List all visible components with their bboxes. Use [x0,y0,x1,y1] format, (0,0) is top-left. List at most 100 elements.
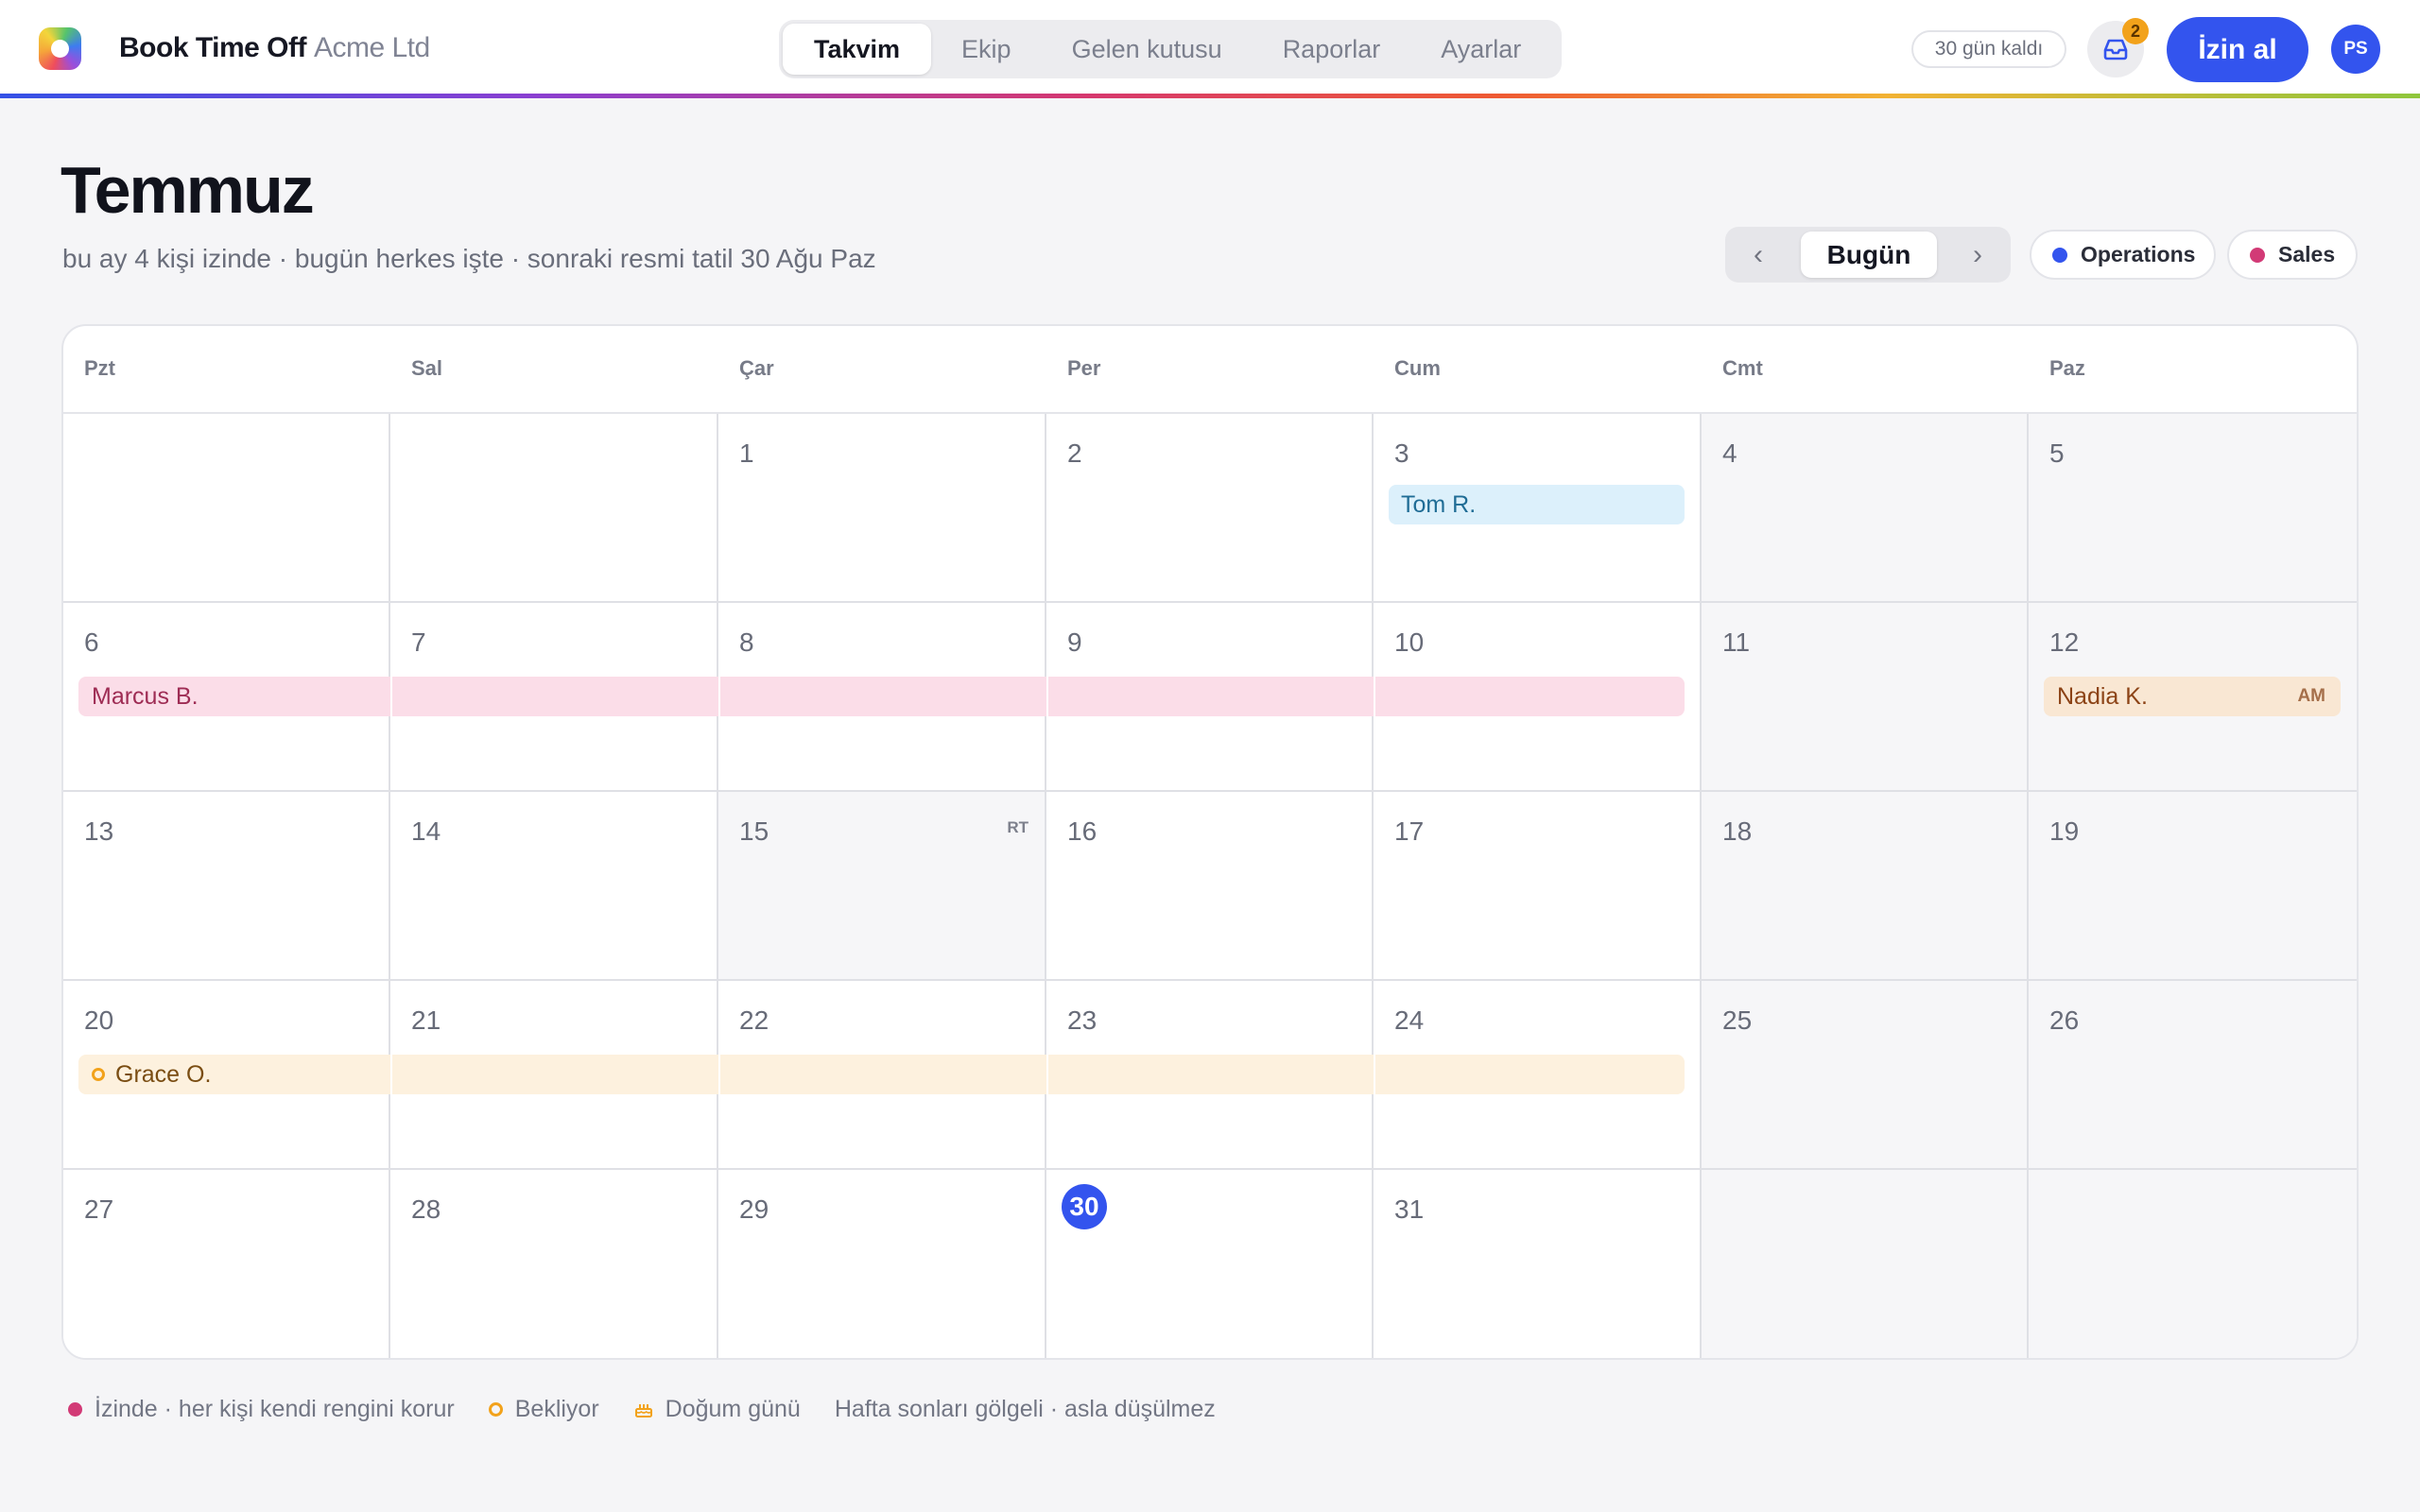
day-number: 15 [739,816,769,846]
cake-icon [633,1399,654,1419]
team-filter-operations[interactable]: Operations [2030,230,2216,280]
tab-ekip[interactable]: Ekip [931,24,1042,75]
day-number: 7 [411,627,426,657]
leave-bar-grace-segment[interactable] [1048,1055,1374,1094]
today-day-number: 30 [1062,1184,1107,1229]
team-filter-sales[interactable]: Sales [2227,230,2358,280]
legend-label: İzinde · her kişi kendi rengini korur [95,1395,455,1422]
weekday-label: Pzt [84,356,115,380]
legend-pending: Bekliyor [488,1395,599,1423]
day-number: 23 [1067,1005,1098,1035]
empty-day-cell [63,414,390,603]
leave-bar-marcus-segment[interactable] [1048,677,1374,716]
day-cell[interactable]: 2 [1046,414,1374,603]
app-logo[interactable] [39,27,81,70]
day-number: 12 [2049,627,2080,657]
legend-birthday: Doğum günü [633,1396,801,1423]
team-label: Operations [2081,242,2196,266]
empty-day-cell [2029,1170,2357,1358]
weekday-label: Cmt [1722,356,1763,380]
leave-bar-tom[interactable]: Tom R. [1389,485,1685,524]
day-cell[interactable]: 16 [1046,792,1374,981]
day-number: 21 [411,1005,441,1035]
day-cell[interactable]: 13 [63,792,390,981]
leave-person-name: Grace O. [115,1060,212,1088]
day-number: 28 [411,1194,441,1224]
leave-bar-grace-pending[interactable]: Grace O. [78,1055,390,1094]
day-number: 18 [1722,816,1753,846]
weekday-label: Çar [739,356,774,380]
legend: İzinde · her kişi kendi rengini korur Be… [68,1393,1250,1425]
day-cell[interactable]: 25 [1702,981,2029,1170]
leave-bar-marcus-segment[interactable] [720,677,1046,716]
day-cell[interactable]: 30 [1046,1170,1374,1358]
day-number: 22 [739,1005,769,1035]
day-cell[interactable]: 5 [2029,414,2357,603]
day-cell[interactable]: 11 [1702,603,2029,792]
leave-person-name: Marcus B. [92,682,199,710]
leave-bar-grace-segment[interactable] [720,1055,1046,1094]
user-avatar[interactable]: PS [2331,25,2380,74]
top-bar: Book Time Off Acme Ltd Takvim Ekip Gelen … [0,0,2420,98]
legend-weekends: Hafta sonları gölgeli · asla düşülmez [835,1396,1216,1423]
prev-month-button[interactable]: ‹ [1725,227,1791,283]
leave-bar-marcus-segment[interactable] [1375,677,1685,716]
page-subtitle: bu ay 4 kişi izinde · bugün herkes işte … [62,244,876,273]
day-number: 24 [1394,1005,1425,1035]
day-number: 6 [84,627,99,657]
month-calendar: Pzt Sal Çar Per Cum Cmt Paz 1 2 3 4 5 6 7 8 9 10 11 12 13 1… [61,324,2359,1360]
legend-label: Doğum günü [665,1395,801,1422]
day-cell[interactable]: 14 [390,792,718,981]
tab-takvim[interactable]: Takvim [783,24,932,75]
day-number: 2 [1067,438,1082,468]
day-cell[interactable]: 27 [63,1170,390,1358]
team-label: Sales [2278,242,2336,266]
team-color-dot [2250,247,2265,263]
day-cell[interactable]: 18 [1702,792,2029,981]
leave-bar-marcus-segment[interactable] [392,677,718,716]
day-cell[interactable]: 17 [1374,792,1702,981]
legend-label: Bekliyor [514,1395,599,1422]
next-month-button[interactable]: › [1945,227,2011,283]
inbox-count-badge: 2 [2122,18,2149,44]
rainbow-divider [0,94,2420,98]
weekday-label: Per [1067,356,1101,380]
day-number: 29 [739,1194,769,1224]
tab-gelen-kutusu[interactable]: Gelen kutusu [1042,24,1253,75]
empty-day-cell [1702,1170,2029,1358]
leave-bar-marcus[interactable]: Marcus B. [78,677,390,716]
weekday-label: Sal [411,356,443,380]
day-number: 16 [1067,816,1098,846]
day-cell[interactable]: 26 [2029,981,2357,1170]
empty-day-cell [390,414,718,603]
day-number: 8 [739,627,754,657]
day-number: 27 [84,1194,114,1224]
day-number: 26 [2049,1005,2080,1035]
pending-ring-icon [488,1401,503,1417]
day-cell[interactable]: 1 [718,414,1046,603]
tab-ayarlar[interactable]: Ayarlar [1410,24,1551,75]
day-cell[interactable]: 28 [390,1170,718,1358]
leave-bar-nadia[interactable]: Nadia K. AM [2044,677,2341,716]
tab-raporlar[interactable]: Raporlar [1253,24,1411,75]
today-button[interactable]: Bugün [1801,232,1937,278]
day-cell[interactable]: 15 RT [718,792,1046,981]
month-navigator: ‹ Bugün › [1725,227,2011,283]
team-color-dot [2052,247,2067,263]
day-cell[interactable]: 29 [718,1170,1046,1358]
day-cell[interactable]: 31 [1374,1170,1702,1358]
day-number: 17 [1394,816,1425,846]
leave-bar-grace-segment[interactable] [1375,1055,1685,1094]
half-day-tag: AM [2297,686,2325,706]
org-name: Acme Ltd [313,32,430,63]
day-cell[interactable]: 19 [2029,792,2357,981]
day-number: 10 [1394,627,1425,657]
weekday-label: Cum [1394,356,1441,380]
request-leave-button[interactable]: İzin al [2167,17,2308,82]
day-cell[interactable]: 4 [1702,414,2029,603]
leave-bar-grace-segment[interactable] [392,1055,718,1094]
weekday-header: Pzt Sal Çar Per Cum Cmt Paz [63,326,2357,414]
day-number: 5 [2049,438,2065,468]
leave-person-name: Tom R. [1401,490,1477,518]
holiday-tag: RT [1007,818,1028,836]
